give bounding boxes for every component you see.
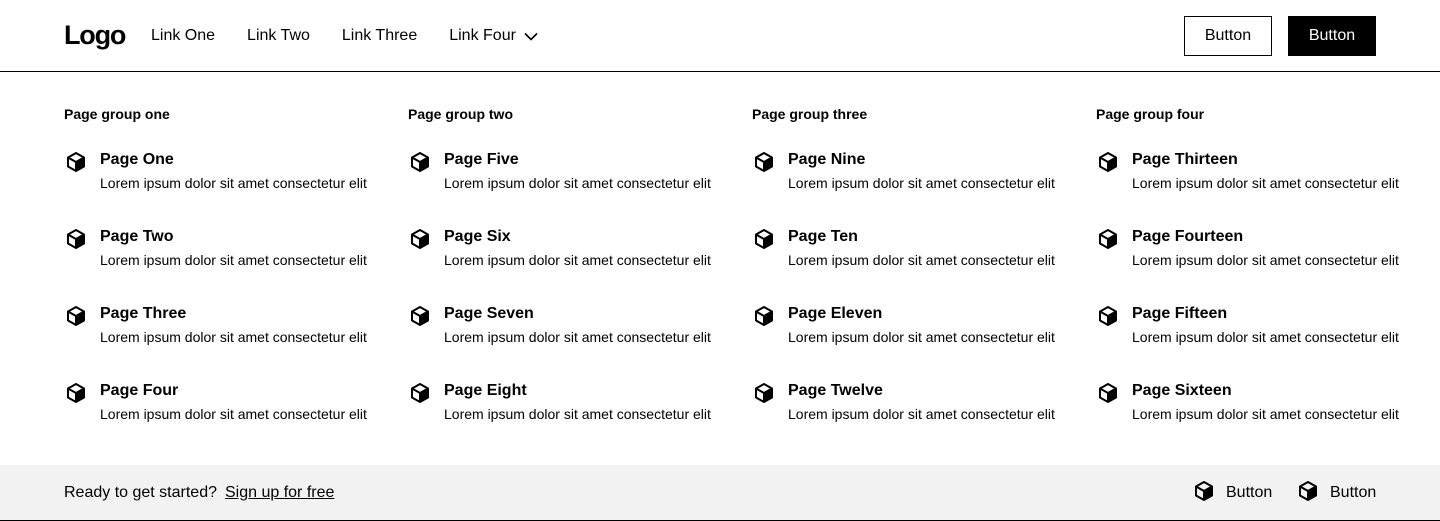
page-group: Page group two Page Five Lorem ipsum dolo… — [408, 104, 752, 456]
menu-item-title: Page Five — [444, 151, 519, 168]
menu-item-description: Lorem ipsum dolor sit amet consectetur e… — [444, 406, 711, 422]
menu-item-title: Page One — [100, 151, 174, 168]
menu-item[interactable]: Page Seven Lorem ipsum dolor sit amet con… — [408, 302, 752, 379]
footer-button-label: Button — [1226, 484, 1273, 501]
menu-item-description: Lorem ipsum dolor sit amet consectetur e… — [1132, 329, 1399, 345]
nav-link-two[interactable]: Link Two — [247, 24, 310, 48]
footer-button-label: Button — [1330, 484, 1377, 501]
menu-item-title: Page Fifteen — [1132, 305, 1228, 322]
menu-item[interactable]: Page One Lorem ipsum dolor sit amet conse… — [64, 148, 408, 225]
footer-button-two[interactable]: Button — [1296, 479, 1377, 508]
menu-item[interactable]: Page Twelve Lorem ipsum dolor sit amet co… — [752, 379, 1096, 456]
cube-icon — [1096, 304, 1120, 328]
navbar: Logo Link One Link Two Link Three Link F… — [0, 0, 1440, 72]
cube-icon — [408, 227, 432, 251]
chevron-down-icon — [524, 24, 538, 48]
menu-item[interactable]: Page Eleven Lorem ipsum dolor sit amet co… — [752, 302, 1096, 379]
cube-icon — [408, 304, 432, 328]
cube-icon — [1096, 227, 1120, 251]
menu-item-title: Page Eleven — [788, 305, 883, 322]
secondary-button[interactable]: Button — [1184, 16, 1272, 56]
cube-icon — [1192, 479, 1226, 508]
menu-item-description: Lorem ipsum dolor sit amet consectetur e… — [1132, 406, 1399, 422]
page-group-title: Page group three — [752, 106, 868, 122]
signup-link[interactable]: Sign up for free — [225, 482, 334, 504]
nav-link-one[interactable]: Link One — [151, 24, 215, 48]
nav-link-three[interactable]: Link Three — [342, 24, 417, 48]
cube-icon — [752, 227, 776, 251]
menu-item-title: Page Three — [100, 305, 187, 322]
cta-row: Ready to get started? Sign up for free — [64, 482, 334, 504]
cube-icon — [1096, 150, 1120, 174]
cube-icon — [1296, 479, 1330, 508]
menu-item-description: Lorem ipsum dolor sit amet consectetur e… — [100, 406, 367, 422]
menu-item-description: Lorem ipsum dolor sit amet consectetur e… — [100, 329, 367, 345]
menu-item-title: Page Thirteen — [1132, 151, 1238, 168]
cube-icon — [408, 150, 432, 174]
menu-item[interactable]: Page Thirteen Lorem ipsum dolor sit amet … — [1096, 148, 1440, 225]
menu-item-title: Page Eight — [444, 382, 527, 399]
menu-item-title: Page Four — [100, 382, 179, 399]
menu-item-title: Page Twelve — [788, 382, 883, 399]
nav-link-four-dropdown[interactable]: Link Four — [449, 24, 538, 48]
page-group-title: Page group two — [408, 106, 513, 122]
cta-prompt: Ready to get started? — [64, 484, 217, 501]
menu-item[interactable]: Page Nine Lorem ipsum dolor sit amet cons… — [752, 148, 1096, 225]
page-group-title: Page group one — [64, 106, 170, 122]
nav-link-four-label: Link Four — [449, 27, 516, 44]
menu-item-description: Lorem ipsum dolor sit amet consectetur e… — [1132, 252, 1399, 268]
menu-item-description: Lorem ipsum dolor sit amet consectetur e… — [444, 175, 711, 191]
menu-item-description: Lorem ipsum dolor sit amet consectetur e… — [788, 252, 1055, 268]
menu-item[interactable]: Page Ten Lorem ipsum dolor sit amet conse… — [752, 225, 1096, 302]
menu-item-title: Page Nine — [788, 151, 866, 168]
cube-icon — [64, 227, 88, 251]
page-group: Page group one Page One Lorem ipsum dolor… — [64, 104, 408, 456]
page-group: Page group three Page Nine Lorem ipsum do… — [752, 104, 1096, 456]
cube-icon — [64, 150, 88, 174]
cube-icon — [408, 381, 432, 405]
menu-item-description: Lorem ipsum dolor sit amet consectetur e… — [788, 406, 1055, 422]
menu-item-title: Page Sixteen — [1132, 382, 1232, 399]
cube-icon — [64, 381, 88, 405]
menu-item-title: Page Six — [444, 228, 511, 245]
cube-icon — [64, 304, 88, 328]
menu-item[interactable]: Page Four Lorem ipsum dolor sit amet cons… — [64, 379, 408, 456]
menu-footer: Ready to get started? Sign up for free B… — [0, 465, 1440, 521]
nav-links: Link One Link Two Link Three Link Four — [151, 24, 538, 48]
menu-item[interactable]: Page Sixteen Lorem ipsum dolor sit amet c… — [1096, 379, 1440, 456]
menu-item-title: Page Ten — [788, 228, 858, 245]
footer-button-one[interactable]: Button — [1192, 479, 1273, 508]
cube-icon — [1096, 381, 1120, 405]
menu-item-description: Lorem ipsum dolor sit amet consectetur e… — [100, 252, 367, 268]
menu-item-title: Page Fourteen — [1132, 228, 1244, 245]
menu-item[interactable]: Page Five Lorem ipsum dolor sit amet cons… — [408, 148, 752, 225]
menu-item-description: Lorem ipsum dolor sit amet consectetur e… — [444, 252, 711, 268]
menu-item[interactable]: Page Fifteen Lorem ipsum dolor sit amet c… — [1096, 302, 1440, 379]
page-group: Page group four Page Thirteen Lorem ipsum… — [1096, 104, 1440, 456]
menu-item-description: Lorem ipsum dolor sit amet consectetur e… — [100, 175, 367, 191]
menu-item[interactable]: Page Three Lorem ipsum dolor sit amet con… — [64, 302, 408, 379]
logo[interactable]: Logo — [64, 18, 126, 52]
primary-button[interactable]: Button — [1288, 16, 1376, 56]
page-group-title: Page group four — [1096, 106, 1205, 122]
menu-item-description: Lorem ipsum dolor sit amet consectetur e… — [1132, 175, 1399, 191]
menu-item-title: Page Seven — [444, 305, 534, 322]
menu-item[interactable]: Page Six Lorem ipsum dolor sit amet conse… — [408, 225, 752, 302]
menu-item[interactable]: Page Two Lorem ipsum dolor sit amet conse… — [64, 225, 408, 302]
menu-item[interactable]: Page Eight Lorem ipsum dolor sit amet con… — [408, 379, 752, 456]
cube-icon — [752, 150, 776, 174]
menu-item-description: Lorem ipsum dolor sit amet consectetur e… — [788, 175, 1055, 191]
menu-item-title: Page Two — [100, 228, 174, 245]
menu-item[interactable]: Page Fourteen Lorem ipsum dolor sit amet … — [1096, 225, 1440, 302]
menu-item-description: Lorem ipsum dolor sit amet consectetur e… — [788, 329, 1055, 345]
cube-icon — [752, 304, 776, 328]
menu-item-description: Lorem ipsum dolor sit amet consectetur e… — [444, 329, 711, 345]
cube-icon — [752, 381, 776, 405]
